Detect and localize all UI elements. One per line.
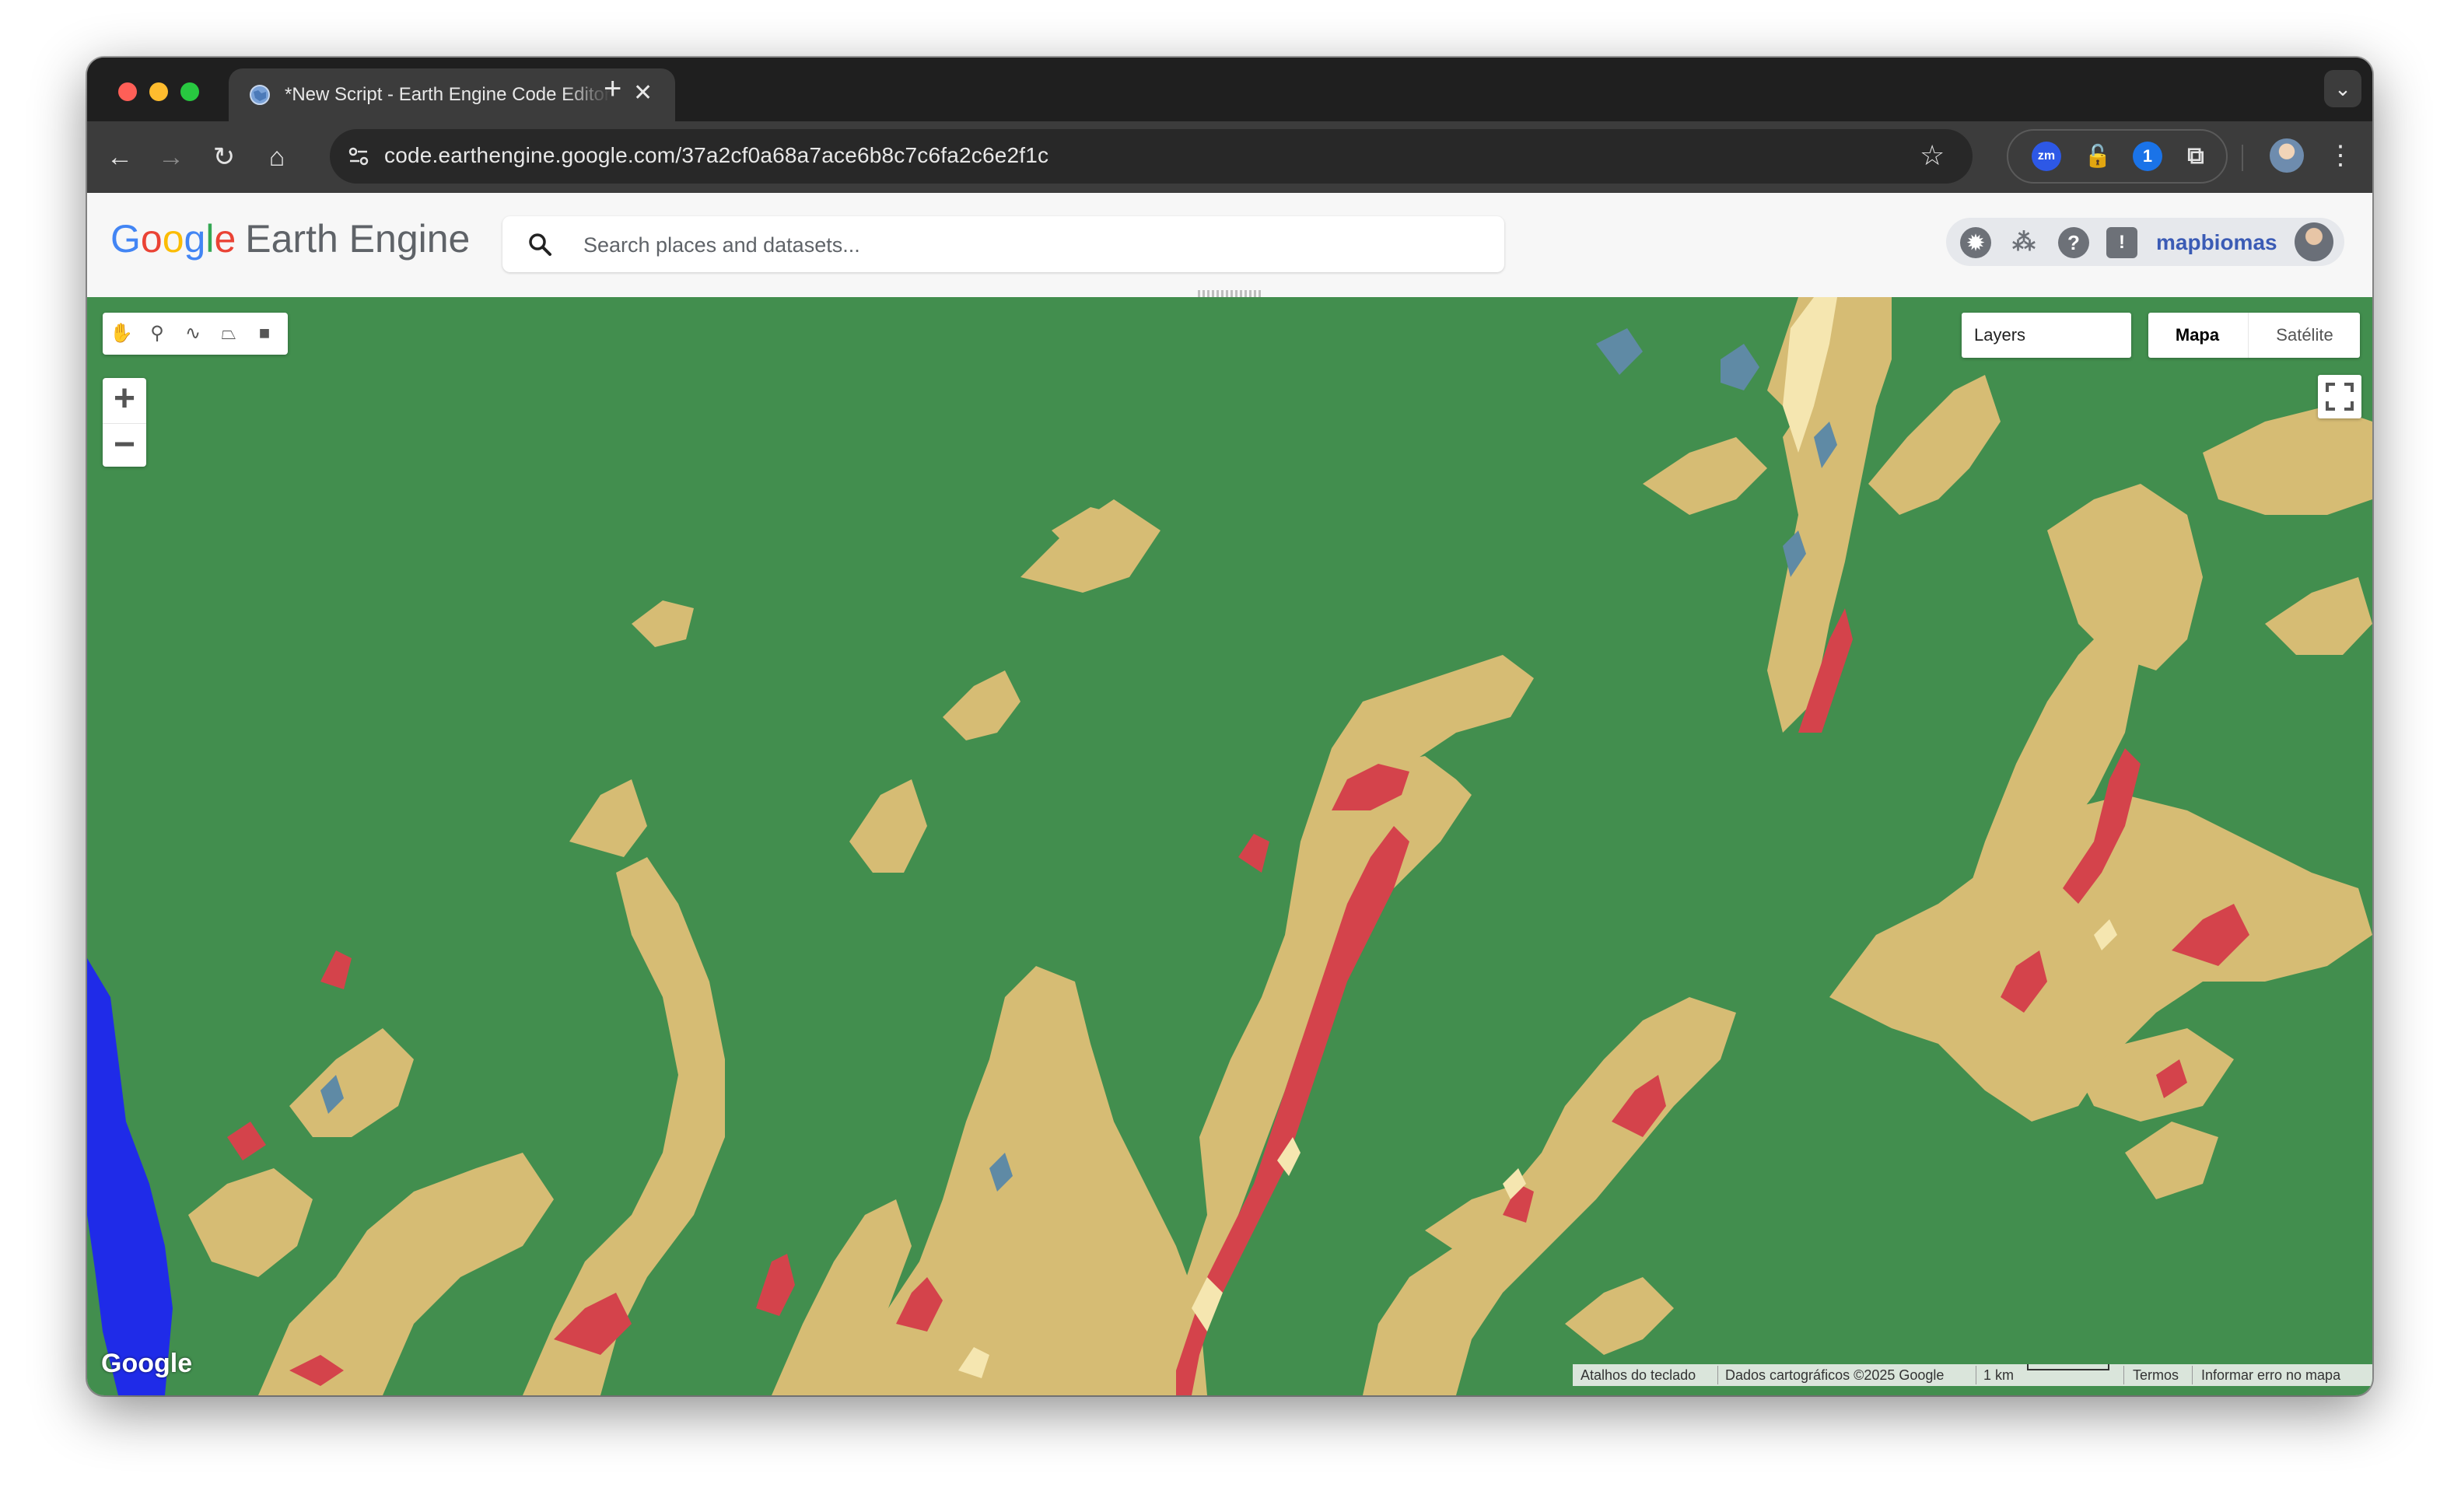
draw-rectangle-icon[interactable]: ■ xyxy=(249,319,280,348)
gear-icon[interactable]: ✹ xyxy=(1960,227,1991,258)
map-type-control: Mapa Satélite xyxy=(2148,313,2360,358)
search-box[interactable]: Search places and datasets... xyxy=(502,216,1504,272)
extensions-group: zm 🔓 1 ⧉ xyxy=(2007,129,2228,184)
maximize-window-button[interactable] xyxy=(180,82,199,101)
app-header: Google Earth Engine Search places and dat… xyxy=(87,193,2372,298)
map-type-satellite-button[interactable]: Satélite xyxy=(2248,313,2361,358)
layers-button[interactable]: Layers xyxy=(1962,313,2131,358)
browser-window: *New Script - Earth Engine Code Editor ✕… xyxy=(87,58,2372,1395)
zoom-out-button[interactable]: − xyxy=(103,423,146,467)
attribution-divider xyxy=(1717,1366,1718,1384)
google-watermark: Google xyxy=(101,1349,193,1378)
attribution-divider xyxy=(2123,1366,2124,1384)
pan-hand-icon[interactable]: ✋ xyxy=(106,319,137,348)
land-cover-layer xyxy=(87,297,2372,1395)
tab-close-icon[interactable]: ✕ xyxy=(633,81,653,106)
map-data-credit: Dados cartográficos ©2025 Google xyxy=(1725,1367,1945,1383)
map-attribution-bar: Atalhos do teclado Dados cartográficos ©… xyxy=(1573,1364,2372,1386)
zoom-in-button[interactable]: + xyxy=(103,378,146,422)
onepassword-extension-icon[interactable]: 1 xyxy=(2133,142,2162,171)
tab-strip: *New Script - Earth Engine Code Editor ✕… xyxy=(87,58,2372,121)
attribution-divider xyxy=(2192,1366,2193,1384)
header-actions: ✹ ⁂ ? ! mapbiomas xyxy=(1946,218,2344,266)
site-info-icon[interactable] xyxy=(345,143,372,170)
zoom-extension-icon[interactable]: zm xyxy=(2032,142,2061,171)
url-text[interactable]: code.earthengine.google.com/37a2cf0a68a7… xyxy=(384,143,1048,168)
reload-icon[interactable]: ↻ xyxy=(205,138,243,176)
earth-engine-page: Google Earth Engine Search places and dat… xyxy=(87,193,2372,1395)
map-type-map-button[interactable]: Mapa xyxy=(2148,313,2246,358)
help-icon[interactable]: ? xyxy=(2058,227,2089,258)
forward-icon[interactable]: → xyxy=(152,138,190,176)
home-icon[interactable]: ⌂ xyxy=(258,138,296,176)
earth-engine-favicon-icon xyxy=(250,85,270,105)
tab-title: *New Script - Earth Engine Code Editor xyxy=(285,84,611,105)
toolbar-divider xyxy=(2242,145,2243,171)
puzzle-extensions-icon[interactable]: ⧉ xyxy=(2181,142,2211,171)
product-name: Earth Engine xyxy=(245,217,471,261)
add-marker-icon[interactable]: ⚲ xyxy=(142,319,173,348)
scale-bar xyxy=(2027,1364,2109,1370)
username-label[interactable]: mapbiomas xyxy=(2156,230,2277,255)
lock-extension-icon[interactable]: 🔓 xyxy=(2083,142,2113,171)
apps-icon[interactable]: ⁂ xyxy=(2008,227,2039,258)
search-input[interactable]: Search places and datasets... xyxy=(583,233,860,257)
draw-line-icon[interactable]: ∿ xyxy=(177,319,208,348)
search-icon xyxy=(529,233,551,256)
zoom-control: + − xyxy=(103,378,146,467)
profile-avatar[interactable] xyxy=(2270,138,2304,173)
address-bar[interactable]: code.earthengine.google.com/37a2cf0a68a7… xyxy=(330,129,1973,184)
user-avatar[interactable] xyxy=(2295,222,2333,261)
minimize-window-button[interactable] xyxy=(149,82,168,101)
terms-link[interactable]: Termos xyxy=(2133,1364,2179,1386)
report-map-error-link[interactable]: Informar erro no mapa xyxy=(2201,1364,2340,1386)
back-icon[interactable]: ← xyxy=(101,138,138,176)
keyboard-shortcuts-link[interactable]: Atalhos do teclado xyxy=(1581,1364,1696,1386)
map-canvas[interactable]: ✋ ⚲ ∿ ⏢ ■ + − Layers Mapa Satélite Googl… xyxy=(87,297,2372,1395)
feedback-icon[interactable]: ! xyxy=(2106,227,2137,258)
new-tab-button[interactable]: + xyxy=(604,73,621,104)
fullscreen-icon xyxy=(2326,383,2354,411)
browser-menu-icon[interactable]: ⋮ xyxy=(2327,137,2354,174)
fullscreen-button[interactable] xyxy=(2318,375,2361,418)
tab-search-button[interactable]: ⌄ xyxy=(2324,70,2361,107)
google-earth-engine-logo[interactable]: Google Earth Engine xyxy=(110,216,470,261)
close-window-button[interactable] xyxy=(118,82,137,101)
scale-label[interactable]: 1 km xyxy=(1983,1364,2014,1386)
drawing-toolbar: ✋ ⚲ ∿ ⏢ ■ xyxy=(103,313,288,355)
river-channel xyxy=(87,958,173,1395)
browser-toolbar: ← → ↻ ⌂ code.earthengine.google.com/37a2… xyxy=(87,121,2372,193)
bookmark-star-icon[interactable]: ☆ xyxy=(1920,138,1945,173)
draw-polygon-icon[interactable]: ⏢ xyxy=(213,319,244,348)
